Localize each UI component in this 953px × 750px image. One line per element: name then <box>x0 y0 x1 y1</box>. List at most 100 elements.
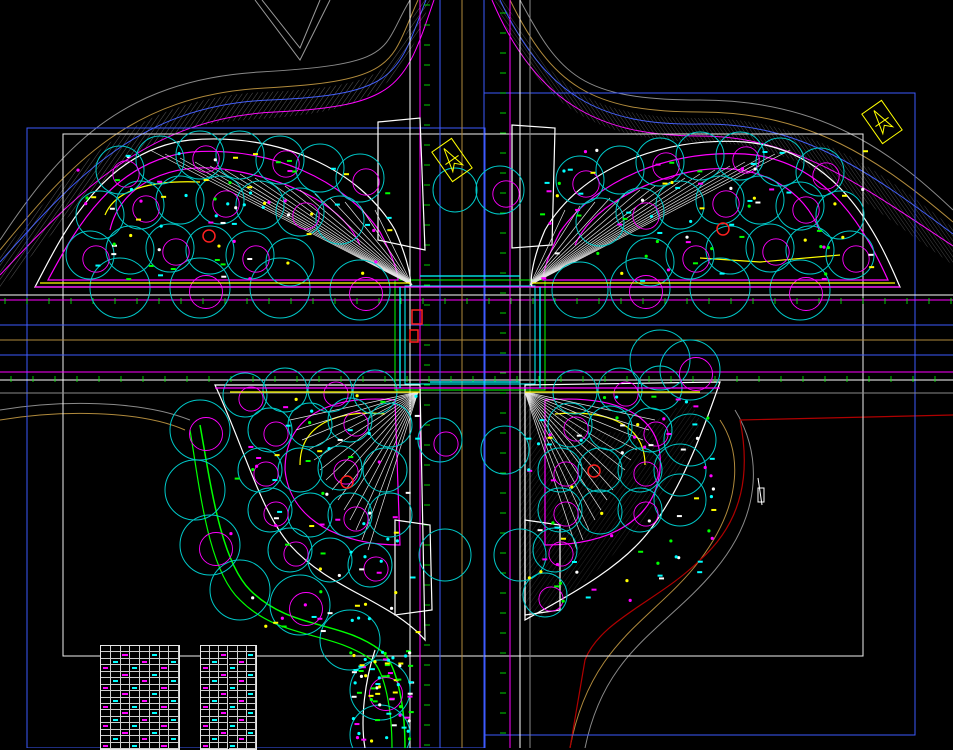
pipe-tag <box>404 716 410 719</box>
pipe-tag <box>126 278 132 281</box>
pipe-tag <box>675 398 681 401</box>
legend-table-cell <box>159 742 170 749</box>
pipe-tag <box>157 180 163 183</box>
sub-circle <box>162 238 190 266</box>
sub-circle <box>132 195 160 223</box>
sprinkler-head <box>357 616 361 620</box>
sprinkler-circle <box>164 459 226 521</box>
sprinkler-head <box>752 196 756 200</box>
roads <box>0 0 953 748</box>
pipe-tag <box>821 277 827 280</box>
sprinkler-head <box>674 555 678 559</box>
sprinkler-head <box>636 423 640 427</box>
pipe-tag <box>386 712 392 715</box>
sprinkler-head <box>378 703 382 707</box>
pipe-tag <box>401 726 407 729</box>
pipe-tag <box>365 223 371 226</box>
sprinkler-circle <box>315 195 365 245</box>
pipe-tag <box>407 692 413 695</box>
sprinkler-circle <box>247 407 293 453</box>
north-arrow-icon <box>431 137 473 183</box>
pipe-tag <box>578 192 584 195</box>
pipe-tag <box>685 241 691 244</box>
pipe-tag <box>376 571 382 574</box>
sprinkler-circle <box>597 367 643 413</box>
pipe-tag <box>862 150 868 153</box>
pipe-tag <box>335 518 341 521</box>
legend-symbol <box>132 744 138 747</box>
sprinkler-head <box>655 239 659 244</box>
sprinkler-head <box>262 201 267 206</box>
sprinkler-head <box>826 246 831 250</box>
legend-table-cell <box>169 742 179 749</box>
sub-circle <box>682 245 710 273</box>
pipe-tag <box>354 604 360 607</box>
pipe-tag <box>692 423 698 426</box>
sub-circle <box>212 190 240 218</box>
sprinkler-head <box>318 567 322 571</box>
pipe-tag <box>561 537 567 540</box>
sprinkler-head <box>248 277 252 281</box>
sprinkler-head <box>394 591 398 595</box>
sprinkler-head <box>385 736 389 740</box>
pipe-tag <box>567 168 573 171</box>
legend-symbol <box>230 667 236 670</box>
pipe-tag <box>91 196 97 199</box>
pipe-tag <box>755 201 761 204</box>
sprinkler-head <box>596 251 600 256</box>
sub-circle <box>343 506 369 532</box>
legend-symbol <box>161 667 167 670</box>
sprinkler-circle <box>249 257 311 319</box>
pipe-tag <box>111 253 117 256</box>
legend-symbol <box>112 699 118 702</box>
sprinkler-head <box>362 522 366 526</box>
fan-line <box>529 181 671 286</box>
legend-symbol <box>220 693 226 696</box>
legend-symbol <box>161 744 167 747</box>
pipe-tag <box>369 668 375 671</box>
sprinkler-head <box>357 731 361 736</box>
sub-circle <box>613 381 639 407</box>
fan-line <box>529 173 701 286</box>
pipe-tag <box>214 258 220 261</box>
legend-symbol <box>230 686 236 689</box>
cad-drawing-canvas <box>0 0 953 748</box>
pipe-tag <box>590 171 596 174</box>
pipe-tag <box>398 662 404 665</box>
pipe-tag <box>385 192 391 195</box>
sprinkler-head <box>670 180 674 185</box>
legend-symbol <box>211 699 217 702</box>
pipe-tag <box>170 267 176 270</box>
sprinkler-head <box>555 562 560 567</box>
pipe-tag <box>273 621 279 624</box>
sprinkler-head <box>548 433 552 437</box>
sprinkler-circle <box>169 257 231 319</box>
pipe-tag <box>381 675 387 678</box>
pipe-tag <box>361 738 367 741</box>
legend-symbol <box>202 705 208 708</box>
pipe-tag <box>372 700 378 703</box>
pipe-tag <box>275 161 281 164</box>
sprinkler-head <box>129 187 134 192</box>
pipe-tag <box>816 229 822 232</box>
sprinkler-head <box>703 465 707 470</box>
legend-symbol <box>112 680 118 683</box>
sprinkler-circle <box>689 257 751 319</box>
sprinkler-circle <box>335 153 385 203</box>
sprinkler-head <box>85 196 89 200</box>
pipe-tag <box>868 253 874 256</box>
sprinkler-head <box>251 467 255 472</box>
pipe-tag <box>274 454 280 457</box>
sprinkler-coverage-circles <box>65 130 875 748</box>
legend-symbol <box>220 673 226 676</box>
sprinkler-head <box>367 617 372 621</box>
pipe-tag <box>626 211 632 214</box>
sprinkler-head <box>620 271 624 275</box>
sprinkler-head <box>709 474 713 478</box>
legend-symbol <box>132 686 138 689</box>
pipe-tag <box>692 262 698 265</box>
sprinkler-head <box>379 559 383 563</box>
fan-line <box>164 153 413 286</box>
legend-symbol <box>202 686 208 689</box>
sprinkler-head <box>264 624 268 628</box>
